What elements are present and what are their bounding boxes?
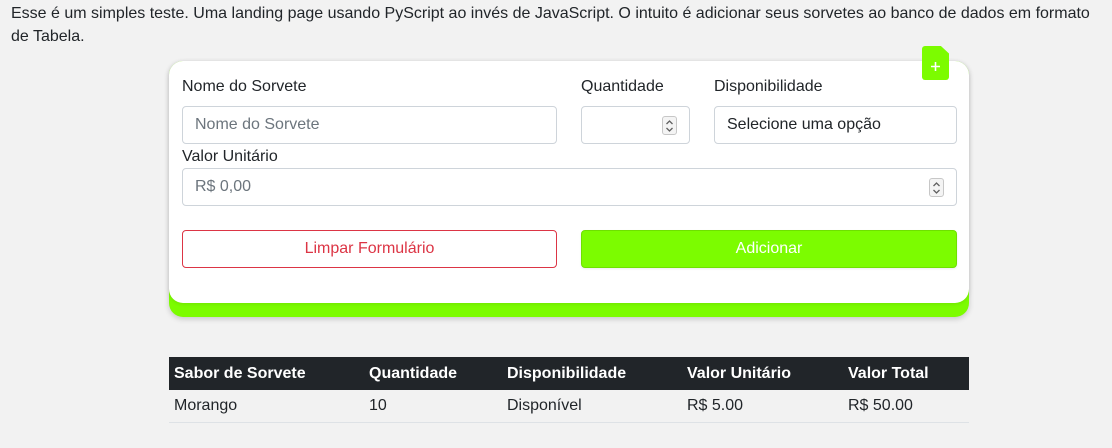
name-label: Nome do Sorvete	[182, 78, 307, 95]
price-input[interactable]: R$ 0,00	[182, 168, 957, 206]
clear-form-button[interactable]: Limpar Formulário	[182, 230, 557, 268]
name-placeholder: Nome do Sorvete	[195, 116, 320, 133]
intro-text: Esse é um simples teste. Uma landing pag…	[11, 5, 1090, 45]
table-cell: R$ 5.00	[682, 390, 843, 423]
price-label: Valor Unitário	[182, 148, 278, 165]
ice-cream-form: Nome do Sorvete Nome do Sorvete Quantida…	[169, 46, 969, 303]
table-row: Morango 10 Disponível R$ 5.00 R$ 50.00	[169, 390, 969, 423]
add-button[interactable]: Adicionar	[581, 230, 957, 268]
quantity-input[interactable]	[581, 106, 690, 144]
spinner-arrows-icon	[666, 119, 673, 132]
price-placeholder: R$ 0,00	[195, 178, 252, 195]
column-header: Valor Unitário	[687, 364, 792, 382]
column-header: Sabor de Sorvete	[174, 364, 306, 382]
price-spinner[interactable]	[929, 178, 944, 197]
table-cell: Morango	[169, 390, 364, 423]
form-card-accent: Nome do Sorvete Nome do Sorvete Quantida…	[169, 46, 969, 317]
table-cell: R$ 50.00	[843, 390, 969, 423]
table-header-row: Sabor de Sorvete Quantidade Disponibilid…	[169, 357, 969, 390]
file-plus-icon	[922, 46, 949, 80]
quantity-label: Quantidade	[581, 78, 664, 95]
quantity-spinner[interactable]	[662, 116, 677, 135]
table-cell: Disponível	[502, 390, 682, 423]
name-input[interactable]: Nome do Sorvete	[182, 106, 557, 144]
column-header: Quantidade	[369, 364, 458, 382]
table-cell: 10	[364, 390, 502, 423]
availability-label: Disponibilidade	[714, 78, 823, 95]
spinner-arrows-icon	[933, 181, 940, 194]
column-header: Disponibilidade	[507, 364, 627, 382]
availability-select[interactable]: Selecione uma opção	[714, 106, 957, 144]
ice-cream-table: Sabor de Sorvete Quantidade Disponibilid…	[169, 357, 969, 423]
availability-selected: Selecione uma opção	[727, 116, 881, 133]
column-header: Valor Total	[848, 364, 929, 382]
